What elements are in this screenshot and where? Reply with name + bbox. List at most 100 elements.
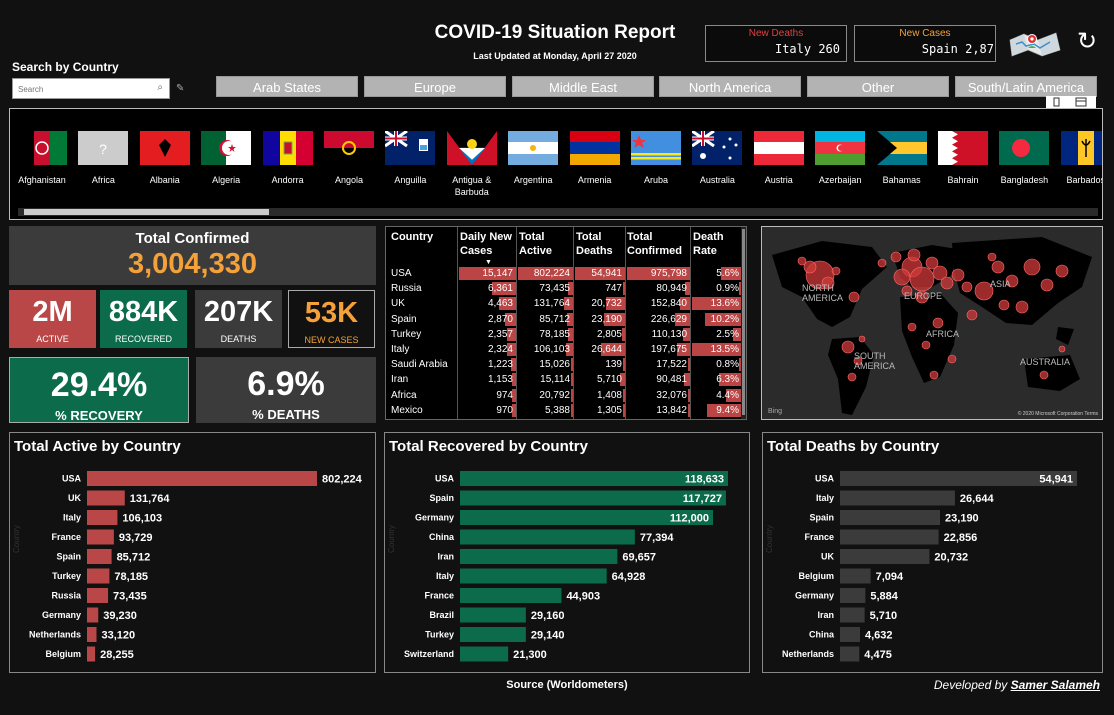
region-north-america[interactable]: North America bbox=[659, 76, 801, 97]
map-bubble[interactable] bbox=[947, 354, 957, 364]
bar[interactable] bbox=[87, 627, 97, 642]
flag-item[interactable]: Afghanistan bbox=[12, 131, 72, 186]
map-bubble[interactable] bbox=[951, 268, 965, 282]
table-row[interactable]: Mexico 970 5,388 1,305 13,842 9.4% bbox=[386, 403, 742, 418]
flag-item[interactable]: Algeria bbox=[196, 131, 256, 186]
bar[interactable] bbox=[840, 607, 865, 623]
bar[interactable] bbox=[460, 646, 509, 662]
bar[interactable] bbox=[460, 627, 526, 642]
bar[interactable] bbox=[87, 646, 96, 662]
flag-item[interactable]: Aruba bbox=[626, 131, 686, 186]
map-bubble[interactable] bbox=[1015, 300, 1029, 314]
refresh-icon[interactable]: ↻ bbox=[1072, 26, 1102, 56]
bar[interactable] bbox=[460, 607, 526, 623]
search-icon[interactable]: ⌕ bbox=[157, 82, 163, 93]
developer-name[interactable]: Samer Salameh bbox=[1011, 678, 1100, 692]
flag-item[interactable]: Austria bbox=[749, 131, 809, 186]
map-bubble[interactable] bbox=[858, 335, 866, 343]
region-europe[interactable]: Europe bbox=[364, 76, 506, 97]
map-bubble[interactable] bbox=[998, 299, 1010, 311]
bar[interactable] bbox=[460, 529, 635, 545]
map-bubble[interactable] bbox=[890, 251, 902, 263]
map-bubble[interactable] bbox=[932, 317, 944, 329]
region-south-latin-america[interactable]: South/Latin America bbox=[955, 76, 1097, 97]
map-bubble[interactable] bbox=[921, 340, 931, 350]
col-header-country[interactable]: Country bbox=[391, 230, 453, 244]
table-row[interactable]: USA 15,147 802,224 54,941 975,798 5.6% bbox=[386, 266, 742, 281]
map-bubble[interactable] bbox=[847, 372, 857, 382]
bar[interactable] bbox=[87, 588, 109, 603]
table-row[interactable]: Turkey 2,357 78,185 2,805 110,130 2.5% bbox=[386, 327, 742, 342]
bar[interactable] bbox=[840, 588, 866, 603]
search-input[interactable] bbox=[13, 80, 153, 99]
flag-item[interactable]: Argentina bbox=[503, 131, 563, 186]
flag-item[interactable]: Albania bbox=[135, 131, 195, 186]
map-bubble[interactable] bbox=[909, 266, 935, 292]
map-bubble[interactable] bbox=[893, 268, 911, 286]
region-other[interactable]: Other bbox=[807, 76, 949, 97]
map-bubble[interactable] bbox=[940, 276, 954, 290]
map-bubble[interactable] bbox=[797, 256, 807, 266]
bar[interactable] bbox=[460, 549, 618, 564]
bar[interactable] bbox=[840, 529, 939, 545]
bar[interactable] bbox=[840, 646, 860, 662]
flag-item[interactable]: Azerbaijan bbox=[810, 131, 870, 186]
map-bubble[interactable] bbox=[841, 340, 855, 354]
bar[interactable] bbox=[460, 588, 562, 603]
map-bubble[interactable] bbox=[831, 266, 841, 276]
map-bubble[interactable] bbox=[1039, 370, 1049, 380]
bar[interactable] bbox=[840, 490, 955, 506]
bar[interactable] bbox=[87, 549, 112, 564]
visual-header-icons[interactable] bbox=[1046, 96, 1096, 108]
map-bubble[interactable] bbox=[907, 322, 917, 332]
region-arab-states[interactable]: Arab States bbox=[216, 76, 358, 97]
flag-item[interactable]: Bangladesh bbox=[994, 131, 1054, 186]
table-scrollbar[interactable] bbox=[741, 227, 746, 419]
bar[interactable] bbox=[840, 568, 871, 584]
map-bubble[interactable] bbox=[987, 252, 997, 262]
col-header-total-active[interactable]: Total Active bbox=[519, 230, 569, 258]
bar[interactable] bbox=[840, 510, 941, 525]
bar[interactable] bbox=[840, 627, 860, 642]
region-middle-east[interactable]: Middle East bbox=[512, 76, 654, 97]
bar[interactable] bbox=[87, 510, 118, 525]
map-bubble[interactable] bbox=[1055, 264, 1069, 278]
bar[interactable] bbox=[460, 568, 607, 584]
flag-item[interactable]: Bahamas bbox=[872, 131, 932, 186]
table-row[interactable]: Saudi Arabia 1,223 15,026 139 17,522 0.8% bbox=[386, 357, 742, 372]
table-row[interactable]: Italy 2,324 106,103 26,644 197,675 13.5% bbox=[386, 342, 742, 357]
flag-scrollbar[interactable] bbox=[18, 208, 1098, 216]
flag-item[interactable]: Barbados bbox=[1056, 131, 1102, 186]
flag-item[interactable]: Andorra bbox=[258, 131, 318, 186]
map-bubble[interactable] bbox=[991, 260, 1005, 274]
bar[interactable] bbox=[87, 471, 317, 486]
flag-item[interactable]: Armenia bbox=[565, 131, 625, 186]
flag-item[interactable]: Australia bbox=[687, 131, 747, 186]
table-row[interactable]: Iran 1,153 15,114 5,710 90,481 6.3% bbox=[386, 372, 742, 387]
flag-item[interactable]: ? Africa bbox=[73, 131, 133, 186]
map-bubble[interactable] bbox=[966, 309, 978, 321]
table-row[interactable]: Russia 6,361 73,435 747 80,949 0.9% bbox=[386, 281, 742, 296]
col-header-total-deaths[interactable]: Total Deaths bbox=[576, 230, 626, 258]
col-header-total-confirmed[interactable]: Total Confirmed bbox=[627, 230, 687, 258]
map-bubble[interactable] bbox=[929, 370, 939, 380]
map-bubble[interactable] bbox=[1023, 258, 1041, 276]
eraser-icon[interactable]: ✎ bbox=[176, 83, 184, 94]
map-bubble[interactable] bbox=[1058, 345, 1066, 353]
table-row[interactable]: Spain 2,870 85,712 23,190 226,629 10.2% bbox=[386, 312, 742, 327]
table-row[interactable]: UK 4,463 131,764 20,732 152,840 13.6% bbox=[386, 296, 742, 311]
world-map[interactable]: NORTH AMERICA EUROPE ASIA AFRICA SOUTH AMERI… bbox=[761, 226, 1103, 420]
bar[interactable] bbox=[87, 607, 99, 623]
flag-item[interactable]: Anguilla bbox=[380, 131, 440, 186]
bar[interactable] bbox=[87, 568, 110, 584]
map-bubble[interactable] bbox=[907, 248, 921, 262]
bar[interactable] bbox=[87, 529, 114, 545]
flag-item[interactable]: Antigua & Barbuda bbox=[442, 131, 502, 198]
bar[interactable] bbox=[87, 490, 125, 506]
map-bubble[interactable] bbox=[877, 258, 887, 268]
flag-item[interactable]: Bahrain bbox=[933, 131, 993, 186]
col-header-daily-new[interactable]: Daily New Cases bbox=[460, 230, 520, 258]
flag-item[interactable]: Angola bbox=[319, 131, 379, 186]
table-row[interactable]: Africa 974 20,792 1,408 32,076 4.4% bbox=[386, 388, 742, 403]
bar[interactable] bbox=[840, 549, 930, 564]
